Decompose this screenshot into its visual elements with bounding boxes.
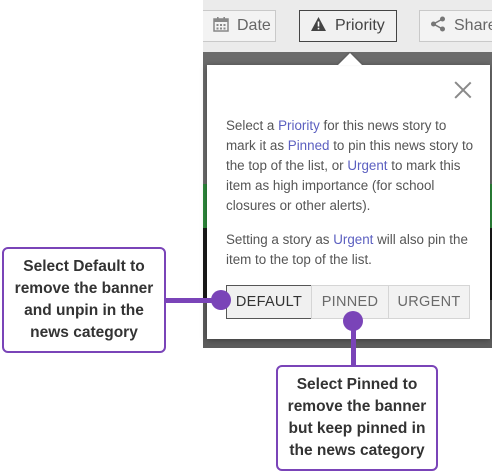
callout-marker-default [211, 290, 231, 310]
default-callout: Select Default to remove the banner and … [2, 247, 166, 353]
default-button[interactable]: DEFAULT [226, 285, 312, 319]
urgent-button[interactable]: URGENT [388, 285, 470, 319]
share-button[interactable]: Share [419, 10, 492, 42]
date-button[interactable]: Date [203, 10, 276, 42]
date-button-label: Date [237, 17, 271, 34]
share-button-label: Share [454, 17, 492, 34]
urgent-term: Urgent [333, 232, 374, 247]
popover-caret [338, 53, 362, 65]
urgent-term: Urgent [347, 158, 388, 173]
calendar-icon [213, 16, 229, 37]
close-icon[interactable] [454, 81, 472, 99]
pinned-callout-text: Select Pinned to remove the banner but k… [287, 376, 427, 459]
popover-description: Select a Priority for this news story to… [226, 118, 474, 213]
popover-note: Setting a story as Urgent will also pin … [226, 232, 468, 267]
priority-term: Priority [278, 118, 320, 133]
default-callout-text: Select Default to remove the banner and … [14, 258, 154, 341]
callout-marker-pinned [343, 311, 363, 331]
pinned-callout: Select Pinned to remove the banner but k… [276, 365, 438, 471]
warning-icon [310, 16, 327, 37]
share-icon [430, 16, 446, 37]
priority-button[interactable]: Priority [299, 10, 397, 42]
pinned-term: Pinned [287, 138, 330, 153]
priority-button-label: Priority [335, 17, 385, 34]
